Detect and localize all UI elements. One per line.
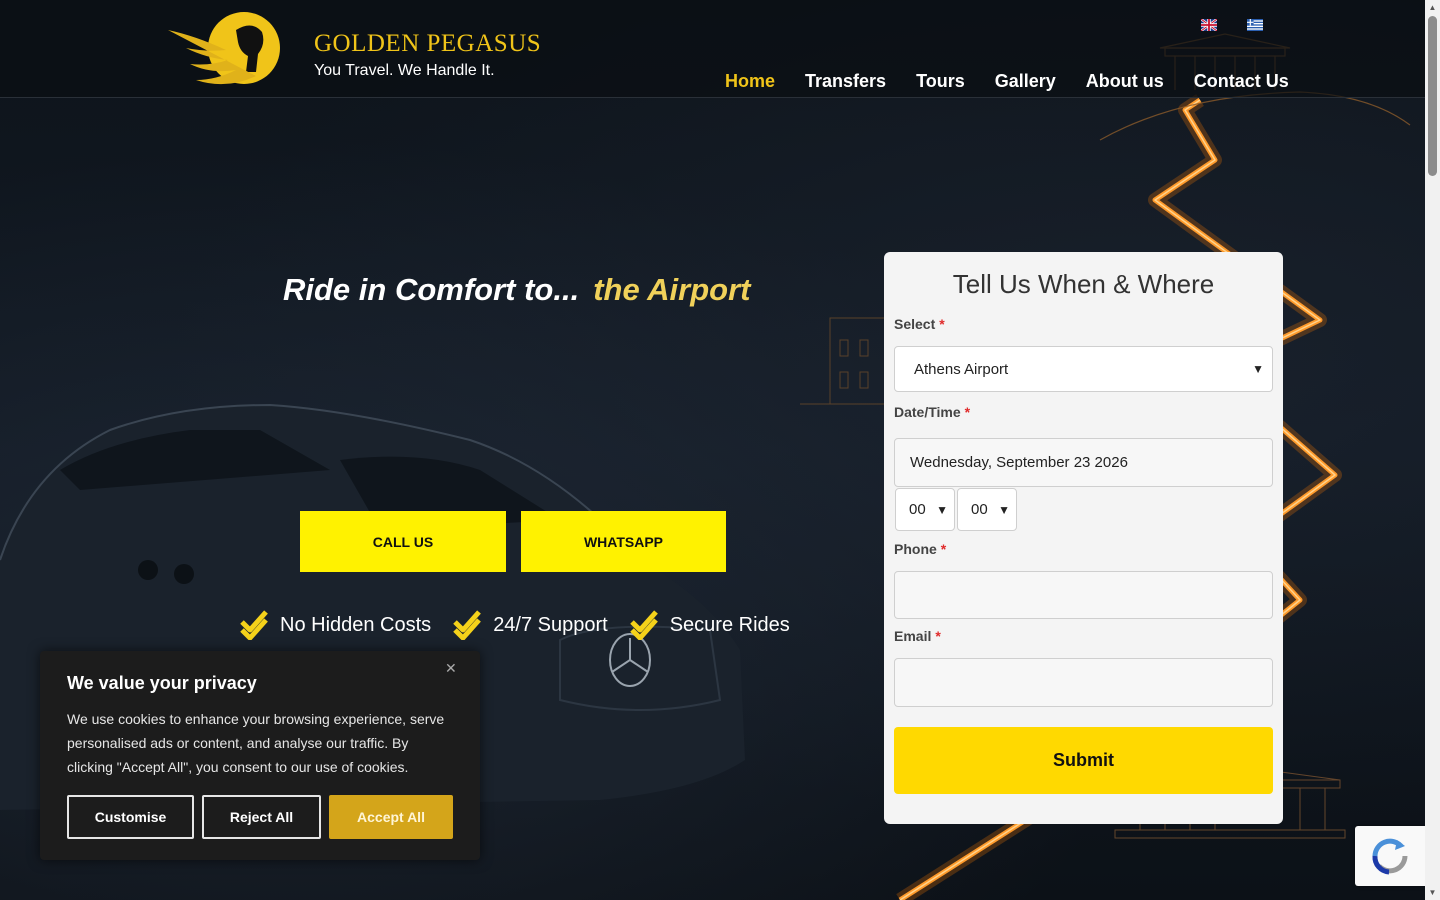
hero-title-highlight: the Airport: [593, 272, 751, 307]
select-label-text: Select: [894, 316, 936, 332]
feature-item: Secure Rides: [629, 610, 790, 640]
nav-transfers[interactable]: Transfers: [805, 71, 886, 92]
cookie-text: We use cookies to enhance your browsing …: [67, 711, 445, 775]
select-label: Select *: [894, 316, 945, 332]
datetime-label: Date/Time *: [894, 404, 970, 420]
chevron-down-icon: ▼: [1252, 362, 1264, 376]
reject-all-button[interactable]: Reject All: [202, 795, 321, 839]
recaptcha-icon: [1372, 838, 1408, 875]
page: GOLDEN PEGASUS You Travel. We Handle It.: [0, 0, 1425, 900]
double-check-icon: [240, 610, 268, 640]
site-header: GOLDEN PEGASUS You Travel. We Handle It.: [0, 0, 1425, 98]
call-us-button[interactable]: CALL US: [300, 511, 506, 572]
form-title: Tell Us When & Where: [952, 269, 1215, 299]
building-outline: [800, 317, 887, 405]
pegasus-logo[interactable]: [166, 10, 286, 88]
feature-list: No Hidden Costs 24/7 Support Secure Ride…: [240, 610, 812, 640]
destination-select[interactable]: Athens Airport ▼: [894, 346, 1273, 392]
minute-select[interactable]: 00 ▼: [957, 488, 1017, 531]
date-input-value: Wednesday, September 23 2026: [910, 454, 1128, 471]
required-mark: *: [940, 541, 947, 557]
booking-form: Tell Us When & Where Select * Athens Airp…: [884, 252, 1283, 824]
nav-gallery[interactable]: Gallery: [995, 71, 1056, 92]
brand-tagline: You Travel. We Handle It.: [314, 62, 495, 79]
recaptcha-badge[interactable]: [1355, 826, 1425, 886]
phone-label: Phone *: [894, 541, 946, 557]
whatsapp-button[interactable]: WHATSAPP: [521, 511, 726, 572]
phone-label-text: Phone: [894, 541, 937, 557]
nav-about-us[interactable]: About us: [1086, 71, 1164, 92]
scroll-up-arrow-icon[interactable]: ▲: [1425, 0, 1440, 15]
required-mark: *: [939, 316, 945, 332]
cookie-banner: ✕ We value your privacy We use cookies t…: [40, 651, 480, 860]
scroll-down-arrow-icon[interactable]: ▼: [1425, 885, 1440, 900]
minute-select-value: 00: [971, 501, 988, 518]
feature-label: Secure Rides: [669, 613, 790, 636]
hero-title: Ride in Comfort to... the Airport: [283, 272, 751, 308]
hour-select-value: 00: [909, 501, 926, 518]
feature-item: No Hidden Costs: [240, 610, 431, 640]
nav-contact-us[interactable]: Contact Us: [1194, 71, 1289, 92]
required-mark: *: [935, 628, 941, 644]
datetime-label-text: Date/Time: [894, 404, 961, 420]
destination-select-value: Athens Airport: [914, 360, 1009, 378]
scroll-thumb[interactable]: [1428, 16, 1437, 176]
required-mark: *: [964, 404, 971, 420]
date-input[interactable]: Wednesday, September 23 2026: [894, 438, 1273, 487]
chevron-down-icon: ▼: [998, 502, 1010, 517]
language-switcher: [1201, 19, 1263, 31]
submit-button[interactable]: Submit: [894, 727, 1273, 794]
uk-flag-icon[interactable]: [1201, 19, 1217, 31]
phone-input[interactable]: [894, 571, 1273, 619]
hero-title-prefix: Ride in Comfort to...: [283, 272, 580, 307]
cookie-title: We value your privacy: [67, 673, 257, 693]
close-icon[interactable]: ✕: [445, 660, 457, 677]
email-label: Email *: [894, 628, 941, 644]
hour-select[interactable]: 00 ▼: [895, 488, 955, 531]
accept-all-button[interactable]: Accept All: [329, 795, 453, 839]
email-input[interactable]: [894, 658, 1273, 707]
nav-tours[interactable]: Tours: [916, 71, 965, 92]
nav-home[interactable]: Home: [725, 71, 775, 92]
customise-button[interactable]: Customise: [67, 795, 194, 839]
email-label-text: Email: [894, 628, 932, 644]
brand-name[interactable]: GOLDEN PEGASUS: [314, 30, 541, 58]
feature-label: 24/7 Support: [493, 613, 608, 636]
main-nav: Home Transfers Tours Gallery About us Co…: [725, 71, 1289, 92]
chevron-down-icon: ▼: [936, 502, 948, 517]
feature-item: 24/7 Support: [453, 610, 608, 640]
page-scrollbar[interactable]: ▲ ▼: [1425, 0, 1440, 900]
double-check-icon: [453, 610, 482, 640]
double-check-icon: [629, 610, 658, 640]
feature-label: No Hidden Costs: [280, 613, 432, 636]
greece-flag-icon[interactable]: [1247, 19, 1263, 31]
